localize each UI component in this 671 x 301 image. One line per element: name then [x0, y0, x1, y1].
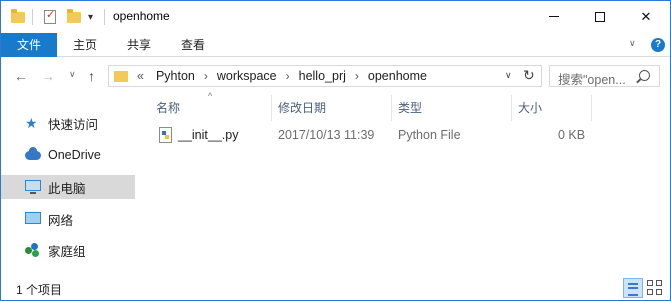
sidebar-item-label: OneDrive [48, 148, 101, 162]
star-icon: ★ [25, 115, 38, 131]
quick-access-separator [32, 8, 33, 26]
sidebar-item-quick-access[interactable]: ★ 快速访问 [1, 111, 135, 135]
refresh-icon[interactable]: ↻ [523, 67, 535, 84]
explorer-window: ▾ openhome ✕ 文件 主页 共享 查看 ∨ ? ← → ∨ ↑ [0, 0, 671, 301]
tab-home[interactable]: 主页 [64, 33, 106, 57]
chevron-right-icon[interactable]: › [348, 69, 366, 83]
file-size: 0 KB [558, 128, 586, 142]
close-button[interactable]: ✕ [623, 1, 669, 32]
table-row[interactable]: __init__.py 2017/10/13 11:39 Python File… [153, 125, 603, 147]
help-icon[interactable]: ? [651, 38, 665, 52]
sort-ascending-icon: ^ [208, 91, 213, 101]
forward-button[interactable]: → [41, 68, 55, 84]
search-placeholder: 搜索"open... [558, 73, 626, 87]
column-divider[interactable] [591, 95, 592, 121]
large-icons-view-button[interactable] [646, 279, 664, 297]
homegroup-icon [25, 243, 42, 257]
tab-share[interactable]: 共享 [118, 33, 160, 57]
column-divider[interactable] [511, 95, 512, 121]
minimize-button[interactable] [531, 1, 577, 32]
window-title: openhome [113, 9, 170, 23]
status-bar: 1 个项目 [1, 276, 670, 300]
back-button[interactable]: ← [14, 68, 28, 84]
breadcrumb-item-workspace[interactable]: workspace [215, 69, 279, 83]
sidebar-item-homegroup[interactable]: 家庭组 [1, 238, 135, 262]
address-dropdown-icon[interactable]: ∨ [505, 70, 512, 81]
maximize-button[interactable] [577, 1, 623, 32]
ribbon-tabs: 文件 主页 共享 查看 ∨ ? [1, 33, 670, 57]
column-divider[interactable] [391, 95, 392, 121]
column-divider[interactable] [271, 95, 272, 121]
breadcrumb-item-openhome[interactable]: openhome [366, 69, 429, 83]
column-header-size[interactable]: 大小 [518, 95, 542, 121]
network-icon [25, 212, 42, 226]
breadcrumb-overflow[interactable]: « [135, 69, 146, 83]
minimize-icon [549, 16, 559, 17]
file-date-modified: 2017/10/13 11:39 [278, 128, 375, 142]
expand-ribbon-icon[interactable]: ∨ [629, 38, 636, 49]
tab-file[interactable]: 文件 [1, 33, 57, 57]
search-icon [639, 70, 650, 81]
recent-locations-icon[interactable]: ∨ [69, 69, 76, 80]
customize-toolbar-icon[interactable]: ▾ [88, 8, 93, 26]
breadcrumb-item-hello-prj[interactable]: hello_prj [297, 69, 348, 83]
breadcrumb: « Pyhton › workspace › hello_prj › openh… [135, 69, 429, 83]
new-folder-icon[interactable] [67, 8, 81, 26]
folder-icon [11, 8, 25, 26]
python-file-icon [159, 127, 172, 143]
sidebar-item-network[interactable]: 网络 [1, 207, 135, 231]
sidebar-item-label: 网络 [48, 213, 74, 228]
close-icon: ✕ [640, 8, 652, 24]
column-header-name[interactable]: 名称 [156, 95, 180, 121]
tab-view[interactable]: 查看 [172, 33, 214, 57]
details-view-button[interactable] [623, 278, 643, 298]
sidebar-item-label: 此电脑 [48, 181, 86, 196]
column-header-type[interactable]: 类型 [398, 95, 422, 121]
address-folder-icon [114, 71, 128, 82]
navigation-bar: ← → ∨ ↑ « Pyhton › workspace › hello_prj… [1, 58, 670, 94]
navigation-pane: ★ 快速访问 OneDrive 此电脑 网络 家庭组 [1, 95, 135, 275]
maximize-icon [595, 11, 605, 22]
chevron-right-icon[interactable]: › [197, 69, 215, 83]
file-type: Python File [398, 128, 461, 142]
sidebar-item-onedrive[interactable]: OneDrive [1, 143, 135, 167]
breadcrumb-item-pyhton[interactable]: Pyhton [154, 69, 197, 83]
file-name: __init__.py [178, 128, 239, 142]
title-bar: ▾ openhome ✕ [1, 1, 670, 33]
sidebar-item-label: 家庭组 [48, 244, 86, 259]
computer-icon [25, 180, 42, 194]
sidebar-item-this-pc[interactable]: 此电脑 [1, 175, 135, 199]
file-list: ^ 名称 修改日期 类型 大小 __init__.py 2017/10/13 1… [141, 91, 670, 275]
column-header-date-modified[interactable]: 修改日期 [278, 95, 326, 121]
sidebar-item-label: 快速访问 [48, 117, 99, 132]
properties-icon[interactable] [44, 8, 56, 26]
title-separator [104, 8, 105, 26]
up-button[interactable]: ↑ [88, 68, 95, 84]
search-input[interactable]: 搜索"open... [549, 65, 660, 87]
item-count: 1 个项目 [16, 283, 63, 297]
address-bar[interactable]: « Pyhton › workspace › hello_prj › openh… [108, 65, 542, 87]
cloud-icon [25, 147, 42, 162]
chevron-right-icon[interactable]: › [279, 69, 297, 83]
